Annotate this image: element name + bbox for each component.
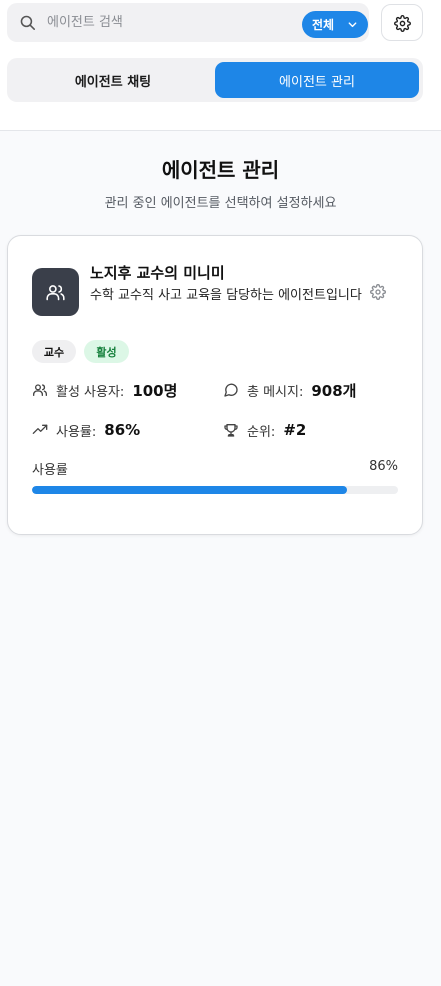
search-icon	[20, 15, 36, 31]
filter-dropdown-label: 전체	[312, 18, 335, 32]
usage-progress-bar	[32, 486, 398, 494]
gear-icon	[394, 15, 411, 32]
header-area: 전체 에이전트 채팅 에이전트 관리	[0, 0, 441, 131]
usage-progress-fill	[32, 486, 347, 494]
stat-label: 총 메시지:	[247, 384, 304, 400]
trending-up-icon	[32, 424, 48, 434]
search-input[interactable]	[47, 3, 292, 42]
stat-active-users: 활성 사용자: 100명	[32, 379, 177, 401]
filter-dropdown[interactable]: 전체	[302, 11, 368, 38]
stat-usage-rate: 사용률: 86%	[32, 419, 140, 441]
stat-total-messages: 총 메시지: 908개	[223, 379, 356, 401]
trophy-icon	[224, 424, 238, 437]
users-icon	[33, 384, 47, 396]
stat-value: 908개	[311, 381, 357, 400]
page-subtitle: 관리 중인 에이전트를 선택하여 설정하세요	[104, 196, 337, 211]
agent-name: 노지후 교수의 미니미	[90, 264, 225, 282]
chevron-down-icon	[348, 22, 357, 28]
stat-value: #2	[283, 421, 307, 439]
agent-card[interactable]: 노지후 교수의 미니미 수학 교수직 사고 교육을 담당하는 에이전트입니다 교…	[7, 235, 423, 535]
agent-description: 수학 교수직 사고 교육을 담당하는 에이전트입니다	[90, 288, 362, 303]
page-title: 에이전트 관리	[161, 158, 280, 182]
search-bar: 전체	[7, 3, 369, 42]
status-badge: 활성	[84, 340, 129, 363]
tab-agent-chat[interactable]: 에이전트 채팅	[11, 62, 215, 98]
stat-label: 순위:	[247, 424, 276, 440]
stat-rank: 순위: #2	[223, 419, 306, 441]
stat-label: 사용률:	[56, 424, 97, 440]
usage-progress-label: 사용률	[32, 463, 68, 478]
agent-settings-gear-icon[interactable]	[370, 284, 386, 300]
tab-bar: 에이전트 채팅 에이전트 관리	[7, 58, 423, 102]
message-circle-icon	[224, 383, 238, 397]
stat-label: 활성 사용자:	[56, 384, 125, 400]
tab-agent-manage[interactable]: 에이전트 관리	[215, 62, 419, 98]
users-icon	[46, 285, 65, 301]
usage-progress-percent: 86%	[369, 459, 398, 474]
stat-value: 100명	[132, 381, 178, 400]
settings-button[interactable]	[381, 4, 423, 41]
agent-avatar	[32, 268, 79, 316]
role-badge: 교수	[32, 340, 76, 363]
stat-value: 86%	[104, 421, 141, 439]
